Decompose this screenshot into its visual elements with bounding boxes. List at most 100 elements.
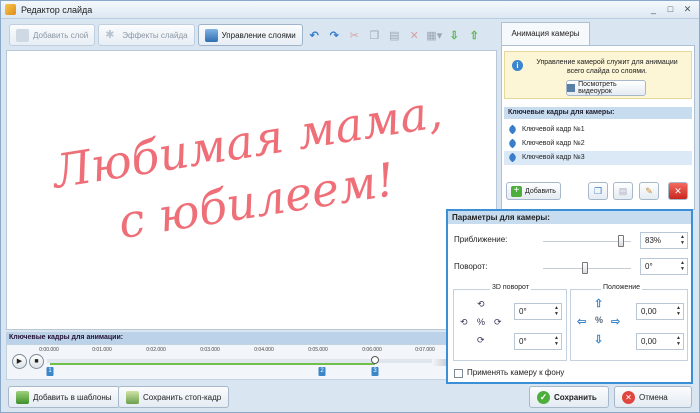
copy-keyframe-button[interactable]: ❐ — [588, 182, 608, 200]
manage-layers-button[interactable]: Управление слоями — [197, 24, 303, 46]
rotate-right-icon[interactable]: ⟳ — [494, 317, 502, 328]
paste-keyframe-button[interactable]: ▤ — [613, 182, 633, 200]
manage-layers-label: Управление слоями — [221, 30, 296, 40]
slide-canvas[interactable]: Любимая мама, с юбилеем! — [6, 50, 497, 330]
brush-button[interactable]: ✎ — [639, 182, 659, 200]
maximize-button[interactable]: □ — [663, 3, 678, 16]
save-button[interactable]: ✓ Сохранить — [529, 386, 609, 408]
reset-rotation-icon[interactable]: % — [477, 317, 485, 327]
add-keyframe-button[interactable]: + Добавить — [506, 182, 561, 200]
position-title: Положение — [601, 284, 642, 291]
align-icon[interactable]: ▦▾ — [426, 24, 443, 46]
position-y-spinbox[interactable]: 0,00 ▲ ▼ — [636, 333, 684, 350]
camera-parameters-header: Параметры для камеры: — [448, 211, 691, 224]
spin-arrows-icon[interactable]: ▲ ▼ — [554, 335, 559, 347]
camera-keyframes-header: Ключевые кадры для камеры: — [504, 107, 692, 119]
keyframe-marker[interactable]: 2 — [318, 367, 326, 376]
info-text: Управление камерой служит для анимации в… — [536, 59, 678, 75]
stop-button[interactable]: ■ — [29, 354, 44, 369]
rotation-3d-group — [453, 289, 567, 361]
keyframe-marker[interactable]: 3 — [371, 367, 379, 376]
close-button[interactable]: ✕ — [680, 3, 695, 16]
pin-icon — [507, 138, 518, 149]
paste-icon: ▤ — [618, 186, 628, 196]
rotation-3d-y-spinbox[interactable]: 0° ▲ ▼ — [514, 333, 562, 350]
play-button[interactable]: ▶ — [12, 354, 27, 369]
add-layer-button[interactable]: Добавить слой — [9, 24, 96, 46]
camera-track — [50, 363, 375, 365]
save-frame-button[interactable]: Сохранить стоп-кадр — [118, 386, 230, 408]
redo-icon[interactable]: ↷ — [326, 24, 343, 46]
rotation-3d-y-value: 0° — [519, 337, 527, 346]
tick-label: 0:05.000 — [308, 347, 328, 353]
tab-camera-animation[interactable]: Анимация камеры — [501, 22, 590, 45]
move-down-icon[interactable]: ⇩ — [594, 333, 603, 346]
paste-icon[interactable]: ▤ — [386, 24, 403, 46]
keyframe-marker[interactable]: 1 — [46, 367, 54, 376]
delete-keyframe-button[interactable]: ✕ — [668, 182, 688, 200]
apply-camera-to-background-checkbox[interactable] — [454, 369, 463, 378]
playhead[interactable] — [371, 356, 379, 364]
watch-video-label: Посмотреть видеоурок — [578, 81, 617, 95]
rotation-label: Поворот: — [454, 262, 488, 271]
tick-label: 0:00.000 — [39, 347, 59, 353]
time-ruler: 0:00.000 0:01.000 0:02.000 0:03.000 0:04… — [39, 347, 493, 357]
camera-keyframe-label: Ключевой кадр №2 — [522, 140, 585, 147]
camera-keyframe-item[interactable]: Ключевой кадр №1 — [504, 123, 692, 137]
timeline-header: Ключевые кадры для анимации: — [6, 332, 497, 344]
copy-icon[interactable]: ❐ — [366, 24, 383, 46]
cut-icon[interactable]: ✂ — [346, 24, 363, 46]
delete-icon[interactable]: ✕ — [406, 24, 423, 46]
rotation-spinbox[interactable]: 0° ▲ ▼ — [640, 258, 688, 275]
move-right-icon[interactable]: ⇨ — [611, 315, 620, 328]
position-group — [570, 289, 688, 361]
copy-icon: ❐ — [593, 186, 603, 196]
tick-label: 0:06.000 — [362, 347, 382, 353]
tick-label: 0:04.000 — [254, 347, 274, 353]
zoom-slider-thumb[interactable] — [618, 235, 624, 247]
slide-effects-button[interactable]: ✱ Эффекты слайда — [98, 24, 195, 46]
move-up-icon[interactable]: ⇧ — [594, 297, 603, 310]
rotation-3d-x-spinbox[interactable]: 0° ▲ ▼ — [514, 303, 562, 320]
reset-position-icon[interactable]: % — [595, 315, 603, 325]
rotate-down-icon[interactable]: ⟳ — [477, 335, 485, 346]
save-frame-label: Сохранить стоп-кадр — [143, 392, 222, 402]
spin-arrows-icon[interactable]: ▲ ▼ — [680, 260, 685, 272]
camera-parameters-panel: Параметры для камеры: Приближение: 83% ▲… — [446, 209, 693, 384]
pin-icon — [507, 124, 518, 135]
apply-camera-to-background-label: Применять камеру к фону — [467, 368, 565, 377]
rotation-slider-thumb[interactable] — [582, 262, 588, 274]
spin-arrows-icon[interactable]: ▲ ▼ — [676, 335, 681, 347]
spin-arrows-icon[interactable]: ▲ ▼ — [676, 305, 681, 317]
slide-effects-label: Эффекты слайда — [122, 30, 188, 40]
rotation-3d-title: 3D поворот — [490, 284, 531, 291]
rotate-up-icon[interactable]: ⟲ — [477, 299, 485, 310]
plus-icon: + — [511, 185, 522, 197]
add-layer-label: Добавить слой — [33, 30, 89, 40]
add-keyframe-label: Добавить — [525, 187, 556, 195]
add-layer-icon — [16, 28, 29, 42]
camera-keyframe-item-selected[interactable]: Ключевой кадр №3 — [504, 151, 692, 165]
camera-keyframe-label: Ключевой кадр №3 — [522, 154, 585, 161]
camera-keyframe-item[interactable]: Ключевой кадр №2 — [504, 137, 692, 151]
window-title: Редактор слайда — [21, 4, 93, 15]
move-down-icon[interactable]: ⇩ — [446, 24, 463, 46]
position-x-spinbox[interactable]: 0,00 ▲ ▼ — [636, 303, 684, 320]
minimize-button[interactable]: _ — [646, 3, 661, 16]
spin-arrows-icon[interactable]: ▲ ▼ — [680, 234, 685, 246]
move-up-icon[interactable]: ⇧ — [466, 24, 483, 46]
greeting-text[interactable]: Любимая мама, с юбилеем! — [20, 77, 483, 266]
undo-icon[interactable]: ↶ — [306, 24, 323, 46]
camera-keyframe-label: Ключевой кадр №1 — [522, 126, 585, 133]
add-to-templates-button[interactable]: Добавить в шаблоны — [8, 386, 120, 408]
templates-icon — [16, 390, 29, 404]
watch-video-button[interactable]: Посмотреть видеоурок — [566, 80, 646, 96]
spin-arrows-icon[interactable]: ▲ ▼ — [554, 305, 559, 317]
cancel-button[interactable]: ✕ Отмена — [614, 386, 692, 408]
rotate-left-icon[interactable]: ⟲ — [460, 317, 468, 328]
move-left-icon[interactable]: ⇦ — [577, 315, 586, 328]
brush-icon: ✎ — [645, 186, 653, 196]
timeline[interactable]: ▶ ■ 0:00.000 0:01.000 0:02.000 0:03.000 … — [6, 344, 497, 380]
tick-label: 0:01.000 — [92, 347, 112, 353]
zoom-spinbox[interactable]: 83% ▲ ▼ — [640, 232, 688, 249]
